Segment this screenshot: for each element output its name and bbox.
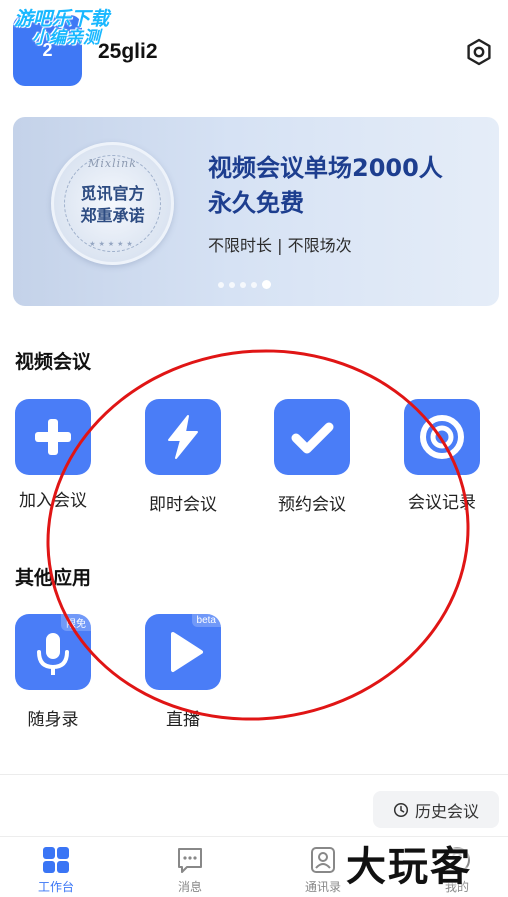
- history-meetings-label: 历史会议: [414, 801, 479, 821]
- divider: [0, 774, 508, 775]
- settings-button[interactable]: [464, 37, 494, 67]
- meeting-records-label: 会议记录: [408, 493, 476, 513]
- watermark-line-1: 游吧乐下载: [14, 8, 110, 30]
- meeting-records-button[interactable]: [404, 399, 480, 475]
- carousel-dots[interactable]: [218, 280, 271, 289]
- tab-workbench[interactable]: 工作台: [16, 845, 96, 895]
- site-watermark-logo: 大玩客: [346, 844, 472, 890]
- live-stream-button[interactable]: beta: [145, 614, 221, 690]
- official-seal-badge: Mixlink 觅讯官方 郑重承诺 ★★★★★: [51, 142, 174, 265]
- watermark-line-2: 小编亲测: [32, 27, 100, 48]
- tab-label: 工作台: [37, 880, 74, 894]
- contacts-icon: [311, 847, 335, 873]
- voice-recorder-button[interactable]: 限免: [15, 614, 91, 690]
- check-icon: [291, 422, 334, 454]
- voice-recorder-label: 随身录: [27, 710, 79, 730]
- tab-label: 消息: [177, 880, 202, 894]
- section-title-other-apps: 其他应用: [15, 567, 92, 589]
- join-meeting-button[interactable]: [15, 399, 91, 475]
- instant-meeting-button[interactable]: [145, 399, 221, 475]
- live-stream-label: 直播: [166, 710, 200, 730]
- clock-icon: [393, 802, 409, 817]
- carousel-dot[interactable]: [251, 281, 257, 288]
- plus-icon: [35, 419, 71, 455]
- instant-meeting-label: 即时会议: [149, 495, 217, 515]
- section-title-video-meeting: 视频会议: [15, 351, 92, 373]
- promo-banner[interactable]: Mixlink 觅讯官方 郑重承诺 ★★★★★ 视频会议单场2000人 永久免费…: [13, 117, 499, 306]
- record-icon: [420, 415, 464, 459]
- red-annotation-circle: [22, 322, 494, 748]
- carousel-dot-active[interactable]: [262, 280, 271, 289]
- lightning-icon: [168, 415, 198, 459]
- history-meetings-button[interactable]: 历史会议: [373, 791, 499, 828]
- seal-promise-text: 觅讯官方 郑重承诺: [80, 184, 145, 226]
- seal-stars: ★★★★★: [89, 240, 136, 248]
- schedule-meeting-label: 预约会议: [278, 495, 346, 515]
- banner-subline: 不限时长 | 不限场次: [208, 236, 352, 255]
- settings-hexagon-icon: [467, 38, 491, 66]
- banner-headline: 视频会议单场2000人 永久免费: [208, 154, 443, 217]
- grid-icon: [43, 847, 69, 873]
- seal-brand-text: Mixlink: [88, 157, 137, 170]
- watermark-overlay: 游吧乐下载 小编亲测: [14, 8, 154, 48]
- chat-icon: [178, 848, 202, 873]
- carousel-dot[interactable]: [229, 281, 235, 288]
- tab-messages[interactable]: 消息: [150, 845, 230, 895]
- carousel-dot[interactable]: [218, 281, 224, 288]
- schedule-meeting-button[interactable]: [274, 399, 350, 475]
- join-meeting-label: 加入会议: [19, 491, 87, 511]
- carousel-dot[interactable]: [240, 281, 246, 288]
